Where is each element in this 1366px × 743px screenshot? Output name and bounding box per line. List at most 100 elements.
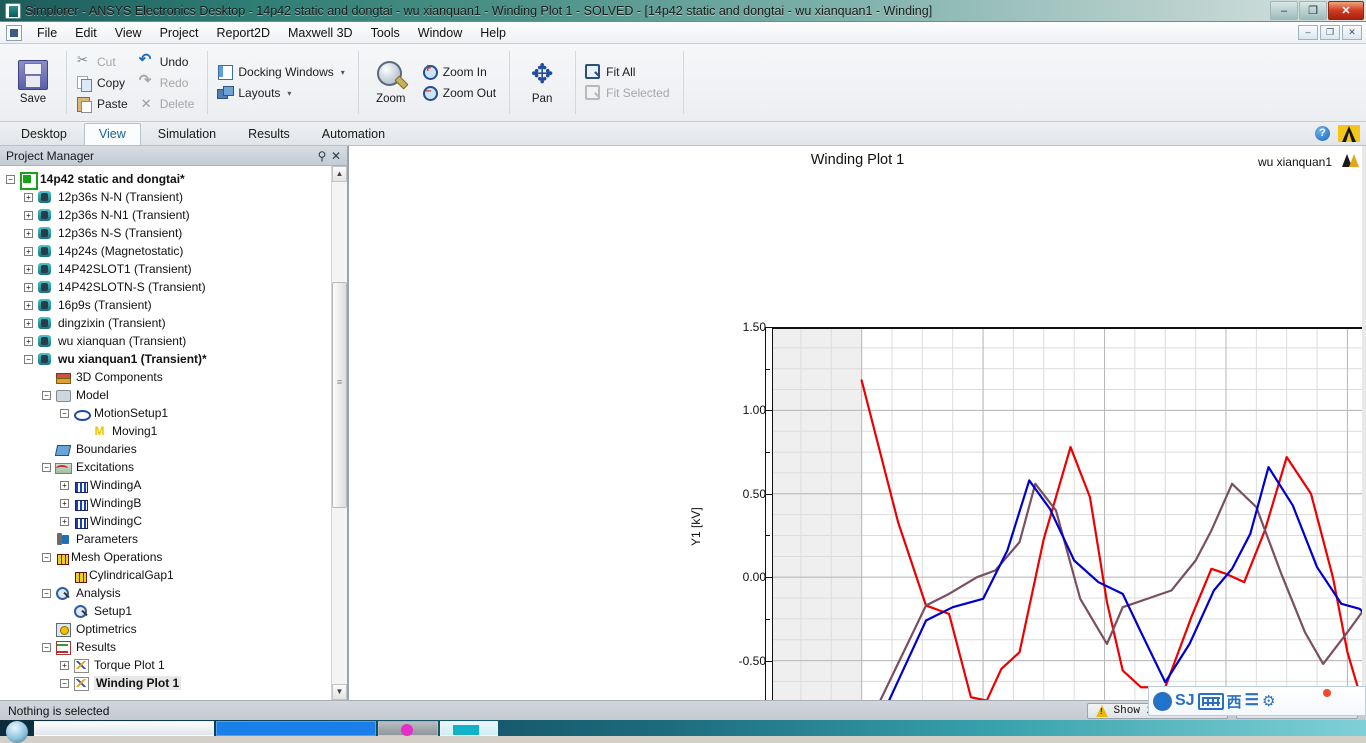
- gear-icon[interactable]: ⚙: [1262, 692, 1275, 710]
- chevron-down-icon[interactable]: ▾: [287, 89, 291, 98]
- menu-item-window[interactable]: Window: [409, 23, 471, 43]
- help-icon[interactable]: ?: [1315, 126, 1330, 141]
- tree-toggle-icon[interactable]: −: [42, 463, 51, 472]
- tree-node[interactable]: Boundaries: [2, 440, 331, 458]
- tree-toggle-icon[interactable]: +: [60, 661, 69, 670]
- inner-restore-button[interactable]: ❐: [1320, 25, 1340, 40]
- plot-area[interactable]: [772, 327, 1366, 700]
- tree-node[interactable]: +wu xianquan (Transient): [2, 332, 331, 350]
- scroll-down-button[interactable]: ▼: [332, 684, 347, 700]
- tree-toggle-icon[interactable]: −: [24, 355, 33, 364]
- tree-toggle-icon[interactable]: +: [60, 481, 69, 490]
- tree-node[interactable]: 3D Components: [2, 368, 331, 386]
- tree-node[interactable]: +WindingB: [2, 494, 331, 512]
- minimize-button[interactable]: –: [1270, 1, 1298, 20]
- tree-node[interactable]: Optimetrics: [2, 620, 331, 638]
- menu-item-project[interactable]: Project: [151, 23, 208, 43]
- tree-toggle-icon[interactable]: −: [42, 589, 51, 598]
- paste-button[interactable]: Paste: [72, 94, 135, 114]
- tree-node[interactable]: −Mesh Operations: [2, 548, 331, 566]
- ime-logo-icon[interactable]: SJ: [1175, 693, 1195, 709]
- scrollbar-track[interactable]: [332, 182, 347, 684]
- menu-item-report2d[interactable]: Report2D: [207, 23, 279, 43]
- ime-mode-button[interactable]: 西: [1227, 691, 1242, 712]
- tree-node[interactable]: MMoving1: [2, 422, 331, 440]
- taskbar-item[interactable]: [216, 721, 376, 736]
- chevron-down-icon[interactable]: ▾: [341, 68, 345, 77]
- tree-node[interactable]: +dingzixin (Transient): [2, 314, 331, 332]
- tree-toggle-icon[interactable]: −: [42, 553, 51, 562]
- tree-node[interactable]: −wu xianquan1 (Transient)*: [2, 350, 331, 368]
- zoom-out-button[interactable]: Zoom Out: [418, 83, 503, 103]
- tab-desktop[interactable]: Desktop: [6, 123, 82, 145]
- tree-node[interactable]: +14P42SLOT1 (Transient): [2, 260, 331, 278]
- tree-node[interactable]: −Analysis: [2, 584, 331, 602]
- system-menu-icon[interactable]: [6, 25, 22, 41]
- menu-item-tools[interactable]: Tools: [362, 23, 409, 43]
- tree-toggle-icon[interactable]: +: [60, 499, 69, 508]
- taskbar-item[interactable]: [378, 721, 438, 736]
- restore-button[interactable]: ❐: [1299, 1, 1327, 20]
- tree-node[interactable]: +14P42SLOTN-S (Transient): [2, 278, 331, 296]
- tree-toggle-icon[interactable]: +: [24, 283, 33, 292]
- tree-node[interactable]: −Results: [2, 638, 331, 656]
- windows-taskbar[interactable]: [0, 720, 1366, 736]
- tree-toggle-icon[interactable]: −: [42, 643, 51, 652]
- fit-selected-button[interactable]: Fit Selected: [581, 83, 676, 103]
- tree-node[interactable]: −Excitations: [2, 458, 331, 476]
- menu-item-maxwell3d[interactable]: Maxwell 3D: [279, 23, 362, 43]
- scroll-up-button[interactable]: ▲: [332, 166, 347, 182]
- tree-toggle-icon[interactable]: +: [24, 247, 33, 256]
- cut-button[interactable]: Cut: [72, 52, 135, 72]
- taskbar-item[interactable]: [34, 721, 214, 736]
- menu-item-edit[interactable]: Edit: [66, 23, 106, 43]
- menu-item-view[interactable]: View: [106, 23, 151, 43]
- close-icon[interactable]: ✕: [329, 149, 343, 163]
- copy-button[interactable]: Copy: [72, 73, 135, 93]
- tree-node[interactable]: +14p24s (Magnetostatic): [2, 242, 331, 260]
- tree-node[interactable]: +16p9s (Transient): [2, 296, 331, 314]
- inner-minimize-button[interactable]: –: [1298, 25, 1318, 40]
- tab-simulation[interactable]: Simulation: [143, 123, 231, 145]
- tree-toggle-icon[interactable]: −: [42, 391, 51, 400]
- save-button[interactable]: Save: [6, 56, 60, 109]
- zoom-button[interactable]: Zoom: [364, 56, 418, 109]
- window-controls[interactable]: – ❐ ✕: [1270, 1, 1364, 20]
- tree-node[interactable]: Setup1: [2, 602, 331, 620]
- delete-button[interactable]: Delete: [135, 94, 202, 114]
- tab-results[interactable]: Results: [233, 123, 305, 145]
- tree-node[interactable]: −MotionSetup1: [2, 404, 331, 422]
- ime-floating-toolbar[interactable]: 👤 SJ 西 ☰ ⚙: [1148, 686, 1366, 716]
- tree-node[interactable]: +WindingC: [2, 512, 331, 530]
- zoom-in-button[interactable]: Zoom In: [418, 62, 503, 82]
- tree-node[interactable]: −14p42 static and dongtai*: [2, 170, 331, 188]
- tab-view[interactable]: View: [84, 123, 141, 145]
- docking-windows-button[interactable]: Docking Windows ▾: [213, 62, 351, 82]
- undo-button[interactable]: Undo: [135, 52, 202, 72]
- tree-toggle-icon[interactable]: +: [24, 319, 33, 328]
- tree-node[interactable]: +12p36s N-S (Transient): [2, 224, 331, 242]
- pin-icon[interactable]: ⚲: [315, 149, 329, 163]
- tree-node[interactable]: −Model: [2, 386, 331, 404]
- tree-toggle-icon[interactable]: +: [24, 337, 33, 346]
- ime-user-icon[interactable]: 👤: [1153, 692, 1172, 711]
- tab-automation[interactable]: Automation: [307, 123, 400, 145]
- tree-node[interactable]: Parameters: [2, 530, 331, 548]
- tree-toggle-icon[interactable]: +: [24, 229, 33, 238]
- scrollbar-thumb[interactable]: [332, 282, 347, 508]
- close-button[interactable]: ✕: [1328, 1, 1364, 20]
- tree-toggle-icon[interactable]: −: [60, 679, 69, 688]
- fit-all-button[interactable]: Fit All: [581, 62, 676, 82]
- pan-button[interactable]: ✥ Pan: [515, 56, 569, 109]
- taskbar-item[interactable]: [440, 721, 498, 736]
- tree-toggle-icon[interactable]: −: [60, 409, 69, 418]
- layouts-button[interactable]: Layouts ▾: [213, 83, 351, 103]
- inner-close-button[interactable]: ✕: [1342, 25, 1362, 40]
- start-orb-icon[interactable]: [0, 720, 34, 736]
- ime-toolbox-icon[interactable]: ☰: [1245, 693, 1259, 709]
- keyboard-icon[interactable]: [1198, 693, 1224, 710]
- tree-toggle-icon[interactable]: +: [24, 265, 33, 274]
- tree-toggle-icon[interactable]: +: [24, 193, 33, 202]
- tree-node[interactable]: CylindricalGap1: [2, 566, 331, 584]
- tree-node[interactable]: +12p36s N-N1 (Transient): [2, 206, 331, 224]
